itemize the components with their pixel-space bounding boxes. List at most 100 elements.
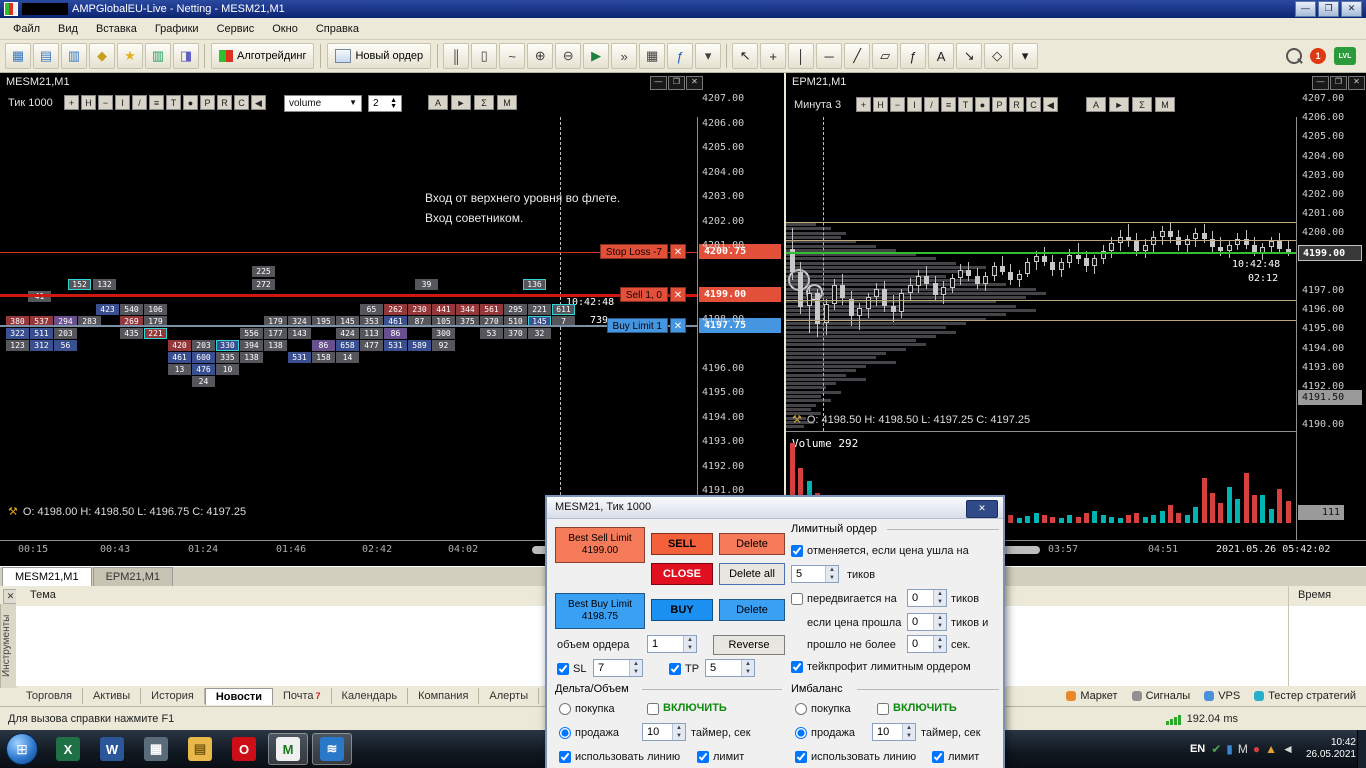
menu-help[interactable]: Справка	[307, 20, 368, 38]
menu-insert[interactable]: Вставка	[87, 20, 146, 38]
candles-chart-icon[interactable]: ▯	[471, 43, 498, 69]
panel-button[interactable]: A	[1086, 97, 1106, 112]
restore-button[interactable]: ❐	[1318, 1, 1339, 17]
limit-passed-spinner[interactable]: 0 ▲ ▼	[907, 613, 947, 631]
delta-sell-radio[interactable]	[559, 727, 571, 739]
chart-minimize-button[interactable]: —	[1312, 76, 1329, 90]
minimize-button[interactable]: —	[1295, 1, 1316, 17]
service-VPS[interactable]: VPS	[1204, 690, 1240, 702]
chart-tool-button[interactable]: ≡	[941, 97, 956, 112]
grid-icon[interactable]: ▦	[639, 43, 666, 69]
new-chart-icon[interactable]: ▦	[5, 43, 31, 69]
wrench-icon[interactable]: ⚒	[8, 506, 18, 518]
chart-tool-button[interactable]: R	[217, 95, 232, 110]
word-icon[interactable]: W	[92, 733, 132, 765]
chart-tool-button[interactable]: R	[1009, 97, 1024, 112]
chart-close-button[interactable]: ✕	[686, 76, 703, 90]
price-axis-line[interactable]	[697, 117, 698, 540]
order-line[interactable]	[0, 325, 697, 327]
chart-tool-button[interactable]: ◀	[251, 95, 266, 110]
tray-mt5-icon[interactable]: M	[1238, 742, 1248, 756]
delete-all-button[interactable]: Delete all	[719, 563, 785, 585]
arrows-icon[interactable]: ↘	[956, 43, 983, 69]
chart-tool-button[interactable]: T	[958, 97, 973, 112]
limit-elapsed-spinner[interactable]: 0 ▲ ▼	[907, 635, 947, 653]
chart-tool-button[interactable]: ◀	[1043, 97, 1058, 112]
calculator-icon[interactable]: ▦	[136, 733, 176, 765]
level-line[interactable]	[786, 240, 1296, 241]
limit-cancel-spinner[interactable]: 5 ▲ ▼	[791, 565, 839, 583]
delete-buy-button[interactable]: Delete	[719, 599, 785, 621]
search-icon[interactable]	[1286, 48, 1302, 64]
zoom-out-icon[interactable]: ⊖	[555, 43, 582, 69]
best-sell-limit-button[interactable]: Best Sell Limit 4199.00	[555, 527, 645, 563]
panel-button[interactable]: M	[1155, 97, 1175, 112]
order-line[interactable]	[0, 294, 697, 297]
toolbox-tab-4[interactable]: Новости	[204, 687, 273, 705]
taskbar-clock[interactable]: 10:42 26.05.2021	[1306, 737, 1356, 761]
algotrading-button[interactable]: Алготрейдинг	[211, 43, 315, 69]
tray-shield-icon[interactable]: ✔	[1211, 742, 1221, 756]
tray-update-icon[interactable]: ▲	[1265, 742, 1277, 756]
order-label[interactable]: Buy Limit 1	[606, 318, 668, 333]
tile-windows-icon[interactable]: ▥	[61, 43, 87, 69]
lvl-icon[interactable]: LVL	[1334, 47, 1356, 65]
chart-tool-button[interactable]: /	[924, 97, 939, 112]
chart-tool-button[interactable]: P	[992, 97, 1007, 112]
start-button[interactable]: ⊞	[6, 733, 38, 765]
tp-spinner[interactable]: 5 ▲ ▼	[705, 659, 755, 677]
level-line[interactable]	[786, 320, 1296, 321]
dialog-title[interactable]: MESM21, Тик 1000	[547, 497, 1003, 519]
toolbox-vertical-tab[interactable]: Инструменты	[0, 604, 17, 688]
service-Сигналы[interactable]: Сигналы	[1131, 690, 1190, 702]
toolbox-tab-2[interactable]: Активы	[83, 688, 142, 704]
toolbox-tab-7[interactable]: Компания	[408, 688, 480, 704]
chart-tool-button[interactable]: +	[856, 97, 871, 112]
delta-timer-spinner[interactable]: 10 ▲ ▼	[642, 723, 686, 741]
panel-button[interactable]: ►	[451, 95, 471, 110]
imbalance-line-checkbox[interactable]	[795, 751, 807, 763]
order-close-icon[interactable]: ✕	[670, 244, 686, 259]
chart-tool-button[interactable]: T	[166, 95, 181, 110]
chart-close-button[interactable]: ✕	[1348, 76, 1365, 90]
sl-checkbox[interactable]	[557, 663, 569, 675]
line-chart-icon[interactable]: ~	[499, 43, 526, 69]
text-icon[interactable]: A	[928, 43, 955, 69]
new-order-button[interactable]: Новый ордер	[327, 43, 432, 69]
cluster-size-spinner[interactable]: 2 ▲ ▼	[368, 95, 402, 112]
chart-restore-button[interactable]: ❐	[668, 76, 685, 90]
limit-move-checkbox[interactable]	[791, 593, 803, 605]
toolbox-tab-1[interactable]: Торговля	[16, 688, 83, 704]
toolbox-tab-8[interactable]: Алерты	[479, 688, 540, 704]
profiles-icon[interactable]: ◆	[89, 43, 115, 69]
delta-enable-checkbox[interactable]	[647, 703, 659, 715]
close-position-button[interactable]: CLOSE	[651, 563, 713, 585]
chart-tool-button[interactable]: H	[873, 97, 888, 112]
toolbox-tab-3[interactable]: История	[141, 688, 205, 704]
chart-tool-button[interactable]: −	[890, 97, 905, 112]
chart-tool-button[interactable]: ●	[975, 97, 990, 112]
bars-chart-icon[interactable]: ║	[443, 43, 470, 69]
toolbox-tab-6[interactable]: Календарь	[332, 688, 409, 704]
volume-select[interactable]: volume ▼	[284, 95, 362, 112]
chart-tool-button[interactable]: C	[234, 95, 249, 110]
favorites-icon[interactable]: ★	[117, 43, 143, 69]
order-line[interactable]	[0, 252, 697, 253]
folder-icon[interactable]: ▤	[180, 733, 220, 765]
metatrader-icon[interactable]: M	[268, 733, 308, 765]
navigator-icon[interactable]: ◨	[173, 43, 199, 69]
language-indicator[interactable]: EN	[1190, 743, 1205, 755]
opera-icon[interactable]: O	[224, 733, 264, 765]
panel-button[interactable]: M	[497, 95, 517, 110]
menu-view[interactable]: Вид	[49, 20, 87, 38]
chart-tool-button[interactable]: +	[64, 95, 79, 110]
tab-epm21[interactable]: EPM21,M1	[92, 567, 173, 586]
buy-button[interactable]: BUY	[651, 599, 713, 621]
chart-window-icon[interactable]: ▤	[33, 43, 59, 69]
chart-tool-button[interactable]: C	[1026, 97, 1041, 112]
menu-charts[interactable]: Графики	[146, 20, 208, 38]
best-buy-limit-button[interactable]: Best Buy Limit 4198.75	[555, 593, 645, 629]
chart-tool-button[interactable]: P	[200, 95, 215, 110]
cursor-icon[interactable]: ↖	[732, 43, 759, 69]
chart-minimize-button[interactable]: —	[650, 76, 667, 90]
